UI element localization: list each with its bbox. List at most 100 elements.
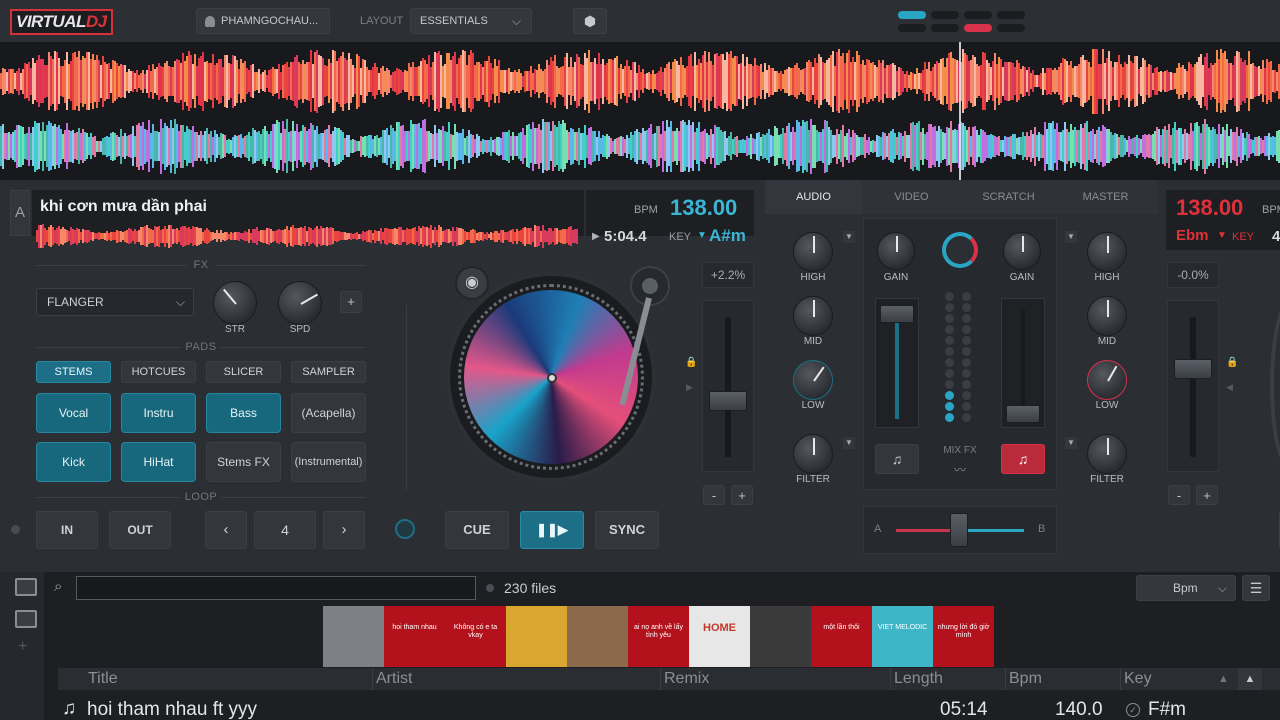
lock-icon[interactable]: 🔒 <box>685 357 697 368</box>
eq-dropdown-icon[interactable]: ▼ <box>843 231 855 243</box>
mix-fx-icon[interactable]: 〰 <box>950 461 970 477</box>
column-artist[interactable]: Artist <box>376 670 412 688</box>
volume-fader-right[interactable] <box>1001 298 1045 428</box>
waveform-deck-a[interactable] <box>0 48 1280 114</box>
deck-b-pitch-handle[interactable] <box>1174 359 1212 379</box>
cover-thumbnail[interactable]: một lần thôi <box>811 606 872 667</box>
deck-b-pitch-plus[interactable]: + <box>1196 485 1218 505</box>
fx-strength-knob[interactable] <box>213 281 257 325</box>
eq-mid-knob-left[interactable] <box>793 296 833 336</box>
waveform-area[interactable] <box>0 42 1280 180</box>
pad-acapella[interactable]: (Acapella) <box>291 393 366 433</box>
time-remaining[interactable]: 5:04.4 <box>604 228 647 245</box>
pitch-handle[interactable] <box>709 391 747 411</box>
pad-instru[interactable]: Instru <box>121 393 196 433</box>
column-title[interactable]: Title <box>88 670 118 688</box>
volume-handle-right[interactable] <box>1006 405 1040 423</box>
eq-low-knob-left[interactable] <box>793 360 833 400</box>
tab-audio[interactable]: AUDIO <box>765 180 862 214</box>
platter[interactable] <box>446 272 656 482</box>
cover-thumbnail[interactable]: HOME <box>689 606 750 667</box>
volume-fader-left[interactable] <box>875 298 919 428</box>
layout-segment[interactable] <box>898 24 926 32</box>
bpm-value[interactable]: 138.00 <box>670 195 737 221</box>
column-bpm[interactable]: Bpm <box>1009 670 1042 688</box>
deck-b-pitch-value[interactable]: -0.0% <box>1167 262 1219 288</box>
cover-thumbnail[interactable]: ai nọ anh về lấy tình yêu <box>628 606 689 667</box>
cover-thumbnail[interactable]: nhưng lời đó giờ mình <box>933 606 994 667</box>
pad-stems-fx[interactable]: Stems FX <box>206 442 281 482</box>
cover-thumbnail[interactable]: hoi tham nhau <box>384 606 445 667</box>
column-key[interactable]: Key <box>1124 670 1152 688</box>
gain-knob-right[interactable] <box>1003 232 1041 270</box>
tab-scratch[interactable]: SCRATCH <box>960 180 1057 214</box>
eq-dropdown-icon[interactable]: ▼ <box>1065 231 1077 243</box>
eq-high-knob-left[interactable] <box>793 232 833 272</box>
deck-b-pitch-minus[interactable]: - <box>1168 485 1190 505</box>
pad-tab-sampler[interactable]: SAMPLER <box>291 361 366 383</box>
vinyl-mode-icon[interactable]: ◉ <box>455 266 489 300</box>
layout-segment[interactable] <box>964 24 992 32</box>
pad-hihat[interactable]: HiHat <box>121 442 196 482</box>
search-input[interactable] <box>76 576 476 600</box>
loop-out-button[interactable]: OUT <box>109 511 171 549</box>
cue-button[interactable]: CUE <box>445 511 509 549</box>
pad-tab-stems[interactable]: STEMS <box>36 361 111 383</box>
column-length[interactable]: Length <box>894 670 943 688</box>
loop-double-button[interactable]: › <box>323 511 365 549</box>
crossfader-handle[interactable] <box>950 513 968 547</box>
loop-in-button[interactable]: IN <box>36 511 98 549</box>
eq-mid-knob-right[interactable] <box>1087 296 1127 336</box>
pad-kick[interactable]: Kick <box>36 442 111 482</box>
sort-dropdown[interactable]: Bpm ⌵ <box>1136 575 1236 601</box>
pad-tab-hotcues[interactable]: HOTCUES <box>121 361 196 383</box>
loop-halve-button[interactable]: ‹ <box>205 511 247 549</box>
tab-video[interactable]: VIDEO <box>863 180 960 214</box>
lock-icon[interactable]: 🔒 <box>1226 357 1238 368</box>
pitch-plus-button[interactable]: + <box>731 485 753 505</box>
cover-thumbnail[interactable] <box>323 606 384 667</box>
master-volume-knob[interactable] <box>942 232 978 268</box>
cover-thumbnail[interactable] <box>750 606 811 667</box>
pad-tab-slicer[interactable]: SLICER <box>206 361 281 383</box>
fx-select[interactable]: FLANGER ⌵ <box>36 288 194 316</box>
cover-thumbnail[interactable] <box>506 606 567 667</box>
sync-button[interactable]: SYNC <box>595 511 659 549</box>
folder-icon[interactable] <box>15 610 37 628</box>
add-folder-icon[interactable]: + <box>18 638 27 656</box>
pitch-value[interactable]: +2.2% <box>702 262 754 288</box>
layout-segment[interactable] <box>964 11 992 19</box>
cover-thumbnail[interactable]: Không có e ta vkay <box>445 606 506 667</box>
cover-flow[interactable]: hoi tham nhau Không có e ta vkay ai nọ anh… <box>323 606 995 667</box>
play-pause-button[interactable]: ❚❚▶ <box>520 511 584 549</box>
deck-b-platter-edge[interactable] <box>1270 300 1280 470</box>
loop-size-value[interactable]: 4 <box>254 511 316 549</box>
pad-bass[interactable]: Bass <box>206 393 281 433</box>
layout-segment[interactable] <box>931 11 959 19</box>
track-overview-waveform[interactable] <box>36 224 578 248</box>
filter-dropdown-icon[interactable]: ▼ <box>843 437 855 449</box>
fx-speed-knob[interactable] <box>278 281 322 325</box>
pitch-slider[interactable] <box>702 300 754 472</box>
pitch-minus-button[interactable]: - <box>703 485 725 505</box>
eq-low-knob-right[interactable] <box>1087 360 1127 400</box>
deck-letter[interactable]: A <box>10 190 30 236</box>
deck-b-bpm[interactable]: 138.00 <box>1176 195 1243 221</box>
layout-dropdown[interactable]: ESSENTIALS ⌵ <box>410 8 532 34</box>
layout-segment[interactable] <box>898 11 926 19</box>
filter-knob-left[interactable] <box>793 434 833 474</box>
gain-knob-left[interactable] <box>877 232 915 270</box>
key-dropdown-icon[interactable]: ▼ <box>697 230 707 241</box>
deck-b-key[interactable]: Ebm <box>1176 227 1209 244</box>
track-row[interactable]: ♫ hoi tham nhau ft yyy 05:14 140.0 ✓ F#m <box>58 696 1238 720</box>
cover-thumbnail[interactable]: VIET MELODIC <box>872 606 933 667</box>
cover-thumbnail[interactable] <box>567 606 628 667</box>
deck-b-pitch-slider[interactable] <box>1167 300 1219 472</box>
tab-master[interactable]: MASTER <box>1057 180 1154 214</box>
layout-segment[interactable] <box>997 24 1025 32</box>
filter-knob-right[interactable] <box>1087 434 1127 474</box>
settings-gear-icon[interactable] <box>395 519 415 539</box>
column-remix[interactable]: Remix <box>664 670 709 688</box>
key-value[interactable]: A#m <box>709 226 746 246</box>
crossfader[interactable]: A B <box>863 506 1057 554</box>
